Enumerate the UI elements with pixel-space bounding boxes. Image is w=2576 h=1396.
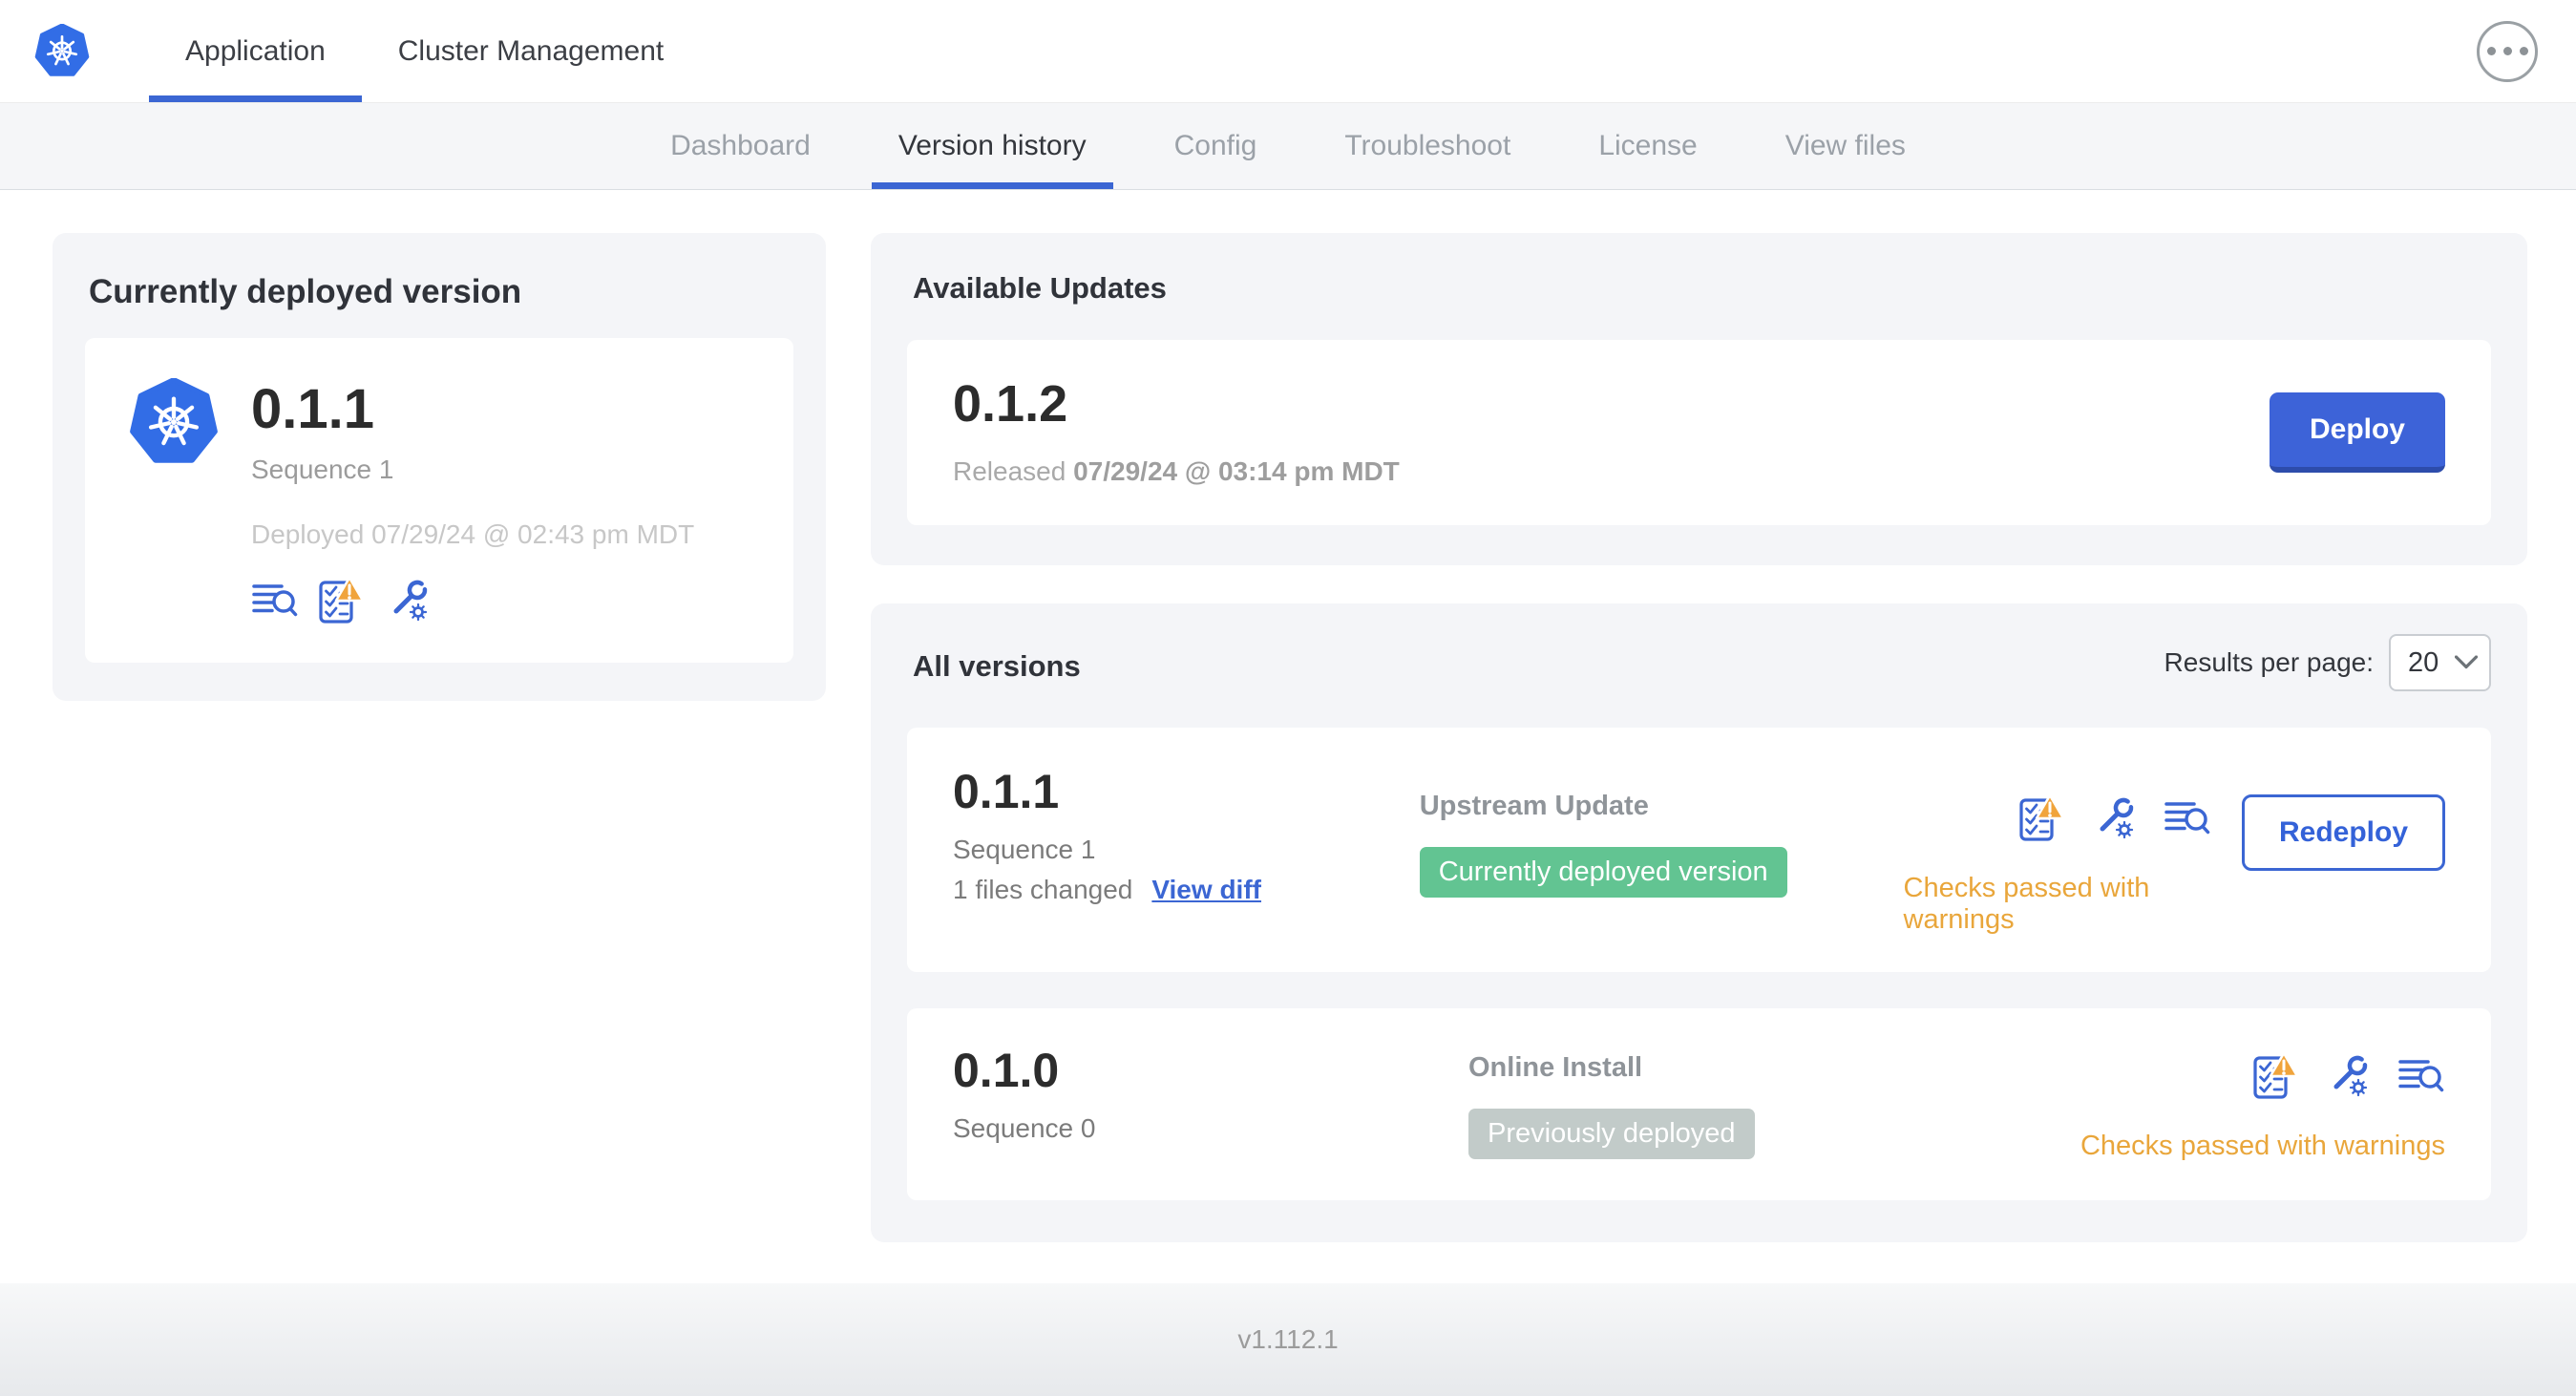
results-per-page-select-box: 20 [2389, 634, 2491, 691]
overflow-menu-button[interactable] [2477, 20, 2538, 82]
row-version-number: 0.1.0 [953, 1044, 1060, 1097]
app-subnav: Dashboard Version history Config Trouble… [0, 103, 2576, 190]
kubernetes-app-icon [129, 378, 219, 468]
deployed-version-actions [251, 577, 750, 624]
kubernetes-logo-icon [34, 24, 90, 79]
app-window: Application Cluster Management Dashboard… [0, 0, 2576, 1396]
files-changed-label: 1 files changed [953, 875, 1133, 904]
view-diff-link[interactable]: View diff [1151, 875, 1261, 905]
checks-status-text: Checks passed with warnings [1903, 873, 2150, 935]
version-row: 0.1.0 Sequence 0 Online Install Previous… [907, 1008, 2491, 1200]
available-updates-title: Available Updates [913, 271, 1167, 305]
currently-deployed-title: Currently deployed version [89, 273, 522, 310]
status-badge: Currently deployed version [1419, 847, 1787, 898]
tab-config[interactable]: Config [1130, 103, 1301, 189]
config-icon[interactable] [385, 577, 433, 624]
status-badge: Previously deployed [1468, 1109, 1755, 1159]
tab-license[interactable]: License [1554, 103, 1741, 189]
config-icon[interactable] [2325, 1052, 2373, 1100]
tab-cluster-management-label: Cluster Management [397, 34, 665, 67]
tab-application[interactable]: Application [149, 0, 362, 102]
top-tabs: Application Cluster Management [149, 0, 700, 102]
currently-deployed-card: 0.1.1 Sequence 1 Deployed 07/29/24 @ 02:… [85, 338, 793, 663]
update-version-number: 0.1.2 [953, 375, 1068, 433]
checks-status-text: Checks passed with warnings [2080, 1131, 2445, 1161]
top-navbar: Application Cluster Management [0, 0, 2576, 103]
tab-cluster-management[interactable]: Cluster Management [362, 0, 700, 102]
logs-icon[interactable] [2164, 794, 2211, 842]
tab-dashboard[interactable]: Dashboard [626, 103, 855, 189]
version-row: 0.1.1 Sequence 1 1 files changed View di… [907, 728, 2491, 972]
all-versions-panel: All versions Results per page: 20 0.1.1 … [871, 603, 2527, 1242]
right-column: Available Updates 0.1.2 Released 07/29/2… [871, 233, 2527, 1242]
preflight-checks-warning-icon[interactable] [2018, 794, 2066, 842]
all-versions-title: All versions [913, 649, 1081, 683]
deployed-sequence-label: Sequence 1 [251, 455, 394, 484]
app-footer: v1.112.1 [0, 1283, 2576, 1396]
main-content: Currently deployed version 0.1.1 Sequenc… [0, 190, 2576, 1242]
results-per-page-select[interactable]: 20 [2389, 634, 2491, 691]
redeploy-button[interactable]: Redeploy [2241, 794, 2445, 871]
tab-troubleshoot[interactable]: Troubleshoot [1300, 103, 1554, 189]
ellipsis-icon [2486, 47, 2496, 55]
currently-deployed-panel: Currently deployed version 0.1.1 Sequenc… [53, 233, 826, 701]
deploy-button[interactable]: Deploy [2269, 392, 2445, 473]
version-source-label: Online Install [1468, 1052, 1643, 1083]
row-version-number: 0.1.1 [953, 765, 1060, 818]
config-icon[interactable] [2091, 794, 2139, 842]
version-source-label: Upstream Update [1419, 791, 1649, 821]
logs-icon[interactable] [2397, 1052, 2445, 1100]
tab-view-files[interactable]: View files [1742, 103, 1950, 189]
row-version-actions [2018, 794, 2211, 842]
deployed-version-number: 0.1.1 [251, 378, 374, 440]
available-updates-panel: Available Updates 0.1.2 Released 07/29/2… [871, 233, 2527, 565]
deployed-timestamp: Deployed 07/29/24 @ 02:43 pm MDT [251, 519, 695, 549]
results-per-page: Results per page: 20 [2164, 634, 2491, 691]
console-version-label: v1.112.1 [1237, 1324, 1339, 1354]
row-version-actions [2252, 1052, 2445, 1100]
row-sequence-label: Sequence 1 [953, 835, 1096, 864]
tab-version-history[interactable]: Version history [855, 103, 1130, 189]
update-released-timestamp: Released 07/29/24 @ 03:14 pm MDT [953, 456, 1400, 486]
update-card: 0.1.2 Released 07/29/24 @ 03:14 pm MDT D… [907, 340, 2491, 525]
row-sequence-label: Sequence 0 [953, 1113, 1096, 1143]
results-per-page-label: Results per page: [2164, 647, 2374, 677]
tab-application-label: Application [185, 34, 326, 67]
preflight-checks-warning-icon[interactable] [318, 577, 366, 624]
logs-icon[interactable] [251, 577, 299, 624]
preflight-checks-warning-icon[interactable] [2252, 1052, 2300, 1100]
